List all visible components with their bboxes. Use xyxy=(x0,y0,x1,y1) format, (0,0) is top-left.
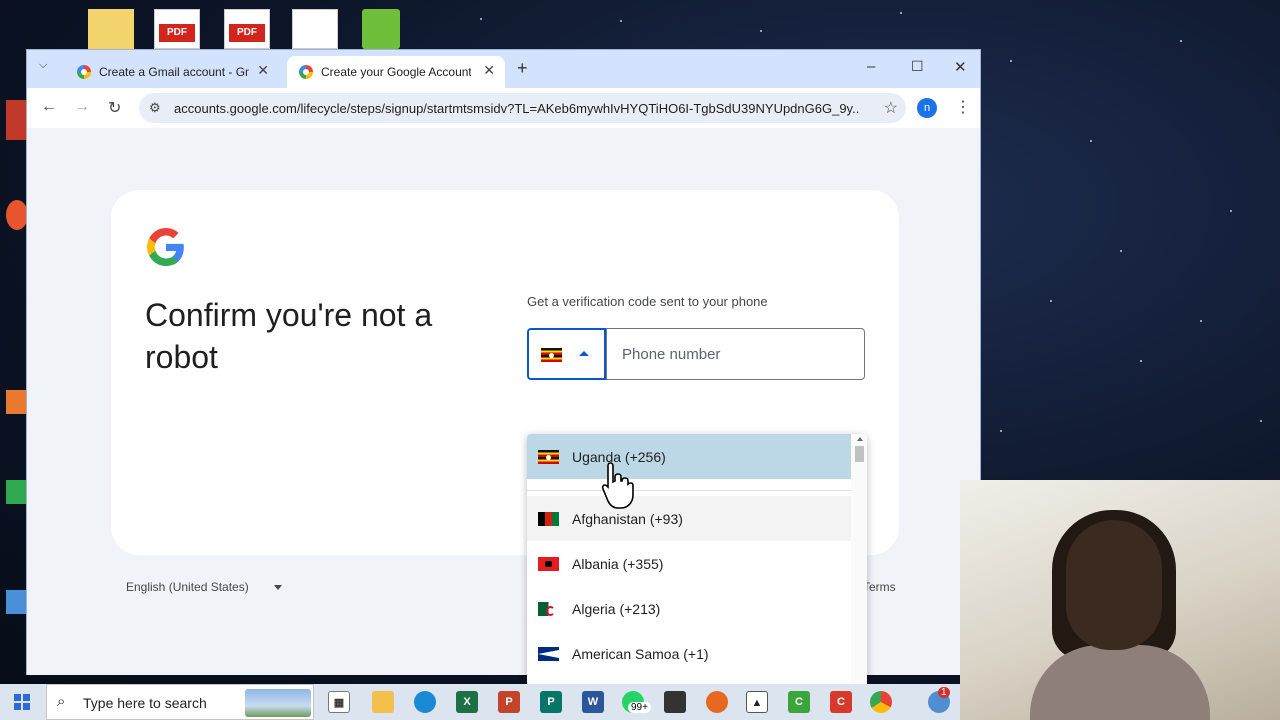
close-tab-icon[interactable]: ✕ xyxy=(257,62,269,79)
publisher-icon[interactable]: P xyxy=(540,691,562,713)
country-option-uganda[interactable]: Uganda (+256) xyxy=(527,434,851,479)
magnifier-app-icon[interactable] xyxy=(706,691,728,713)
caret-up-icon xyxy=(579,351,589,356)
tab-gmail[interactable]: Create a Gmail account - Gmail ✕ xyxy=(65,56,279,88)
presenter-face xyxy=(1066,520,1162,650)
reload-icon[interactable]: ↻ xyxy=(108,98,121,118)
whatsapp-badge: 99+ xyxy=(628,702,651,713)
camtasia-desktop-icon[interactable] xyxy=(362,9,400,49)
menu-kebab-icon[interactable]: ⋮ xyxy=(955,97,971,117)
country-option-american-samoa[interactable]: American Samoa (+1) xyxy=(527,631,851,676)
country-dropdown-list[interactable]: Uganda (+256) Afghanistan (+93) Albania … xyxy=(527,434,867,694)
tab-label: Create a Gmail account - Gmail xyxy=(99,65,249,79)
uganda-flag-icon xyxy=(538,449,559,464)
country-option-label: Afghanistan (+93) xyxy=(572,510,683,527)
language-dropdown-icon[interactable] xyxy=(274,585,282,590)
minimize-icon[interactable]: – xyxy=(867,58,875,75)
google-favicon-icon xyxy=(299,65,313,79)
dropdown-scrollbar[interactable] xyxy=(851,434,867,694)
signup-page: Confirm you're not a robot Get a verific… xyxy=(27,128,980,694)
hand-cursor-icon xyxy=(601,462,634,509)
tab-label: Create your Google Account xyxy=(321,65,471,79)
url-text[interactable]: accounts.google.com/lifecycle/steps/sign… xyxy=(174,101,859,116)
tab-strip: ⌵ Create a Gmail account - Gmail ✕ Creat… xyxy=(27,50,980,88)
browser-toolbar: ← → ↻ ⚙ accounts.google.com/lifecycle/st… xyxy=(27,88,980,128)
powerpoint-icon[interactable]: P xyxy=(498,691,520,713)
maximize-icon[interactable]: ☐ xyxy=(911,58,924,75)
vlc-desktop-icon[interactable] xyxy=(6,590,28,614)
country-option-label: Algeria (+213) xyxy=(572,600,661,617)
language-selector[interactable]: English (United States) xyxy=(126,580,249,594)
country-option-label: Albania (+355) xyxy=(572,555,664,572)
country-option-algeria[interactable]: Algeria (+213) xyxy=(527,586,851,631)
clapper-icon[interactable] xyxy=(664,691,686,713)
presenter-body xyxy=(1030,645,1210,720)
country-option-label: American Samoa (+1) xyxy=(572,645,709,662)
tab-create-account[interactable]: Create your Google Account ✕ xyxy=(287,56,505,88)
edge-icon[interactable] xyxy=(414,691,436,713)
algeria-flag-icon xyxy=(538,601,559,616)
firefox-desktop-icon[interactable] xyxy=(6,200,28,230)
notification-badge: 1 xyxy=(938,687,950,698)
photos-icon[interactable]: ▲ xyxy=(746,691,768,713)
search-highlight-image xyxy=(245,689,311,717)
site-info-icon[interactable]: ⚙ xyxy=(149,100,161,116)
country-option-afghanistan[interactable]: Afghanistan (+93) xyxy=(527,496,851,541)
webcam-overlay xyxy=(960,480,1280,720)
taskbar-search-box[interactable]: ⌕ Type here to search xyxy=(46,684,314,720)
close-tab-icon[interactable]: ✕ xyxy=(483,62,495,79)
desktop-app-icon-2[interactable] xyxy=(6,390,28,414)
terms-link[interactable]: Terms xyxy=(863,580,896,594)
close-window-icon[interactable]: ✕ xyxy=(954,58,967,76)
forward-icon[interactable]: → xyxy=(74,98,90,116)
google-favicon-icon xyxy=(77,65,91,79)
folder-desktop-icon[interactable] xyxy=(88,9,134,49)
address-bar[interactable]: ⚙ accounts.google.com/lifecycle/steps/si… xyxy=(139,93,906,123)
uganda-flag-icon xyxy=(541,348,562,362)
taskbar-search-text: Type here to search xyxy=(83,695,207,711)
pdf-desktop-icon-2[interactable]: PDF xyxy=(224,9,270,49)
scroll-up-icon[interactable] xyxy=(857,437,863,441)
pdf-desktop-icon[interactable]: PDF xyxy=(154,9,200,49)
excel-icon[interactable]: X xyxy=(456,691,478,713)
back-icon[interactable]: ← xyxy=(41,98,57,116)
page-title: Confirm you're not a robot xyxy=(145,297,433,375)
scrollbar-thumb[interactable] xyxy=(855,446,864,462)
google-logo-icon xyxy=(147,228,184,266)
country-option-albania[interactable]: Albania (+355) xyxy=(527,541,851,586)
desktop-app-icon[interactable] xyxy=(6,100,28,140)
file-explorer-icon[interactable] xyxy=(372,691,394,713)
camtasia-recorder-icon[interactable]: C xyxy=(830,691,852,713)
camtasia-icon[interactable]: C xyxy=(788,691,810,713)
chrome-icon[interactable] xyxy=(870,691,892,713)
desktop-app-icon-3[interactable] xyxy=(6,480,28,504)
afghanistan-flag-icon xyxy=(538,511,559,526)
new-tab-icon[interactable]: + xyxy=(517,58,528,79)
profile-avatar[interactable]: n xyxy=(917,98,937,118)
powerpoint-file-desktop-icon[interactable] xyxy=(292,9,338,49)
word-icon[interactable]: W xyxy=(582,691,604,713)
bookmark-star-icon[interactable]: ☆ xyxy=(884,98,898,118)
task-view-icon[interactable]: ▦ xyxy=(328,691,350,713)
chrome-window: ⌵ Create a Gmail account - Gmail ✕ Creat… xyxy=(26,49,981,694)
phone-number-input[interactable] xyxy=(606,328,865,380)
windows-start-icon[interactable] xyxy=(14,694,30,710)
tab-search-chevron-icon[interactable]: ⌵ xyxy=(39,59,47,72)
dropdown-divider xyxy=(527,490,851,491)
american-samoa-flag-icon xyxy=(538,646,559,661)
albania-flag-icon xyxy=(538,556,559,571)
verification-instructions: Get a verification code sent to your pho… xyxy=(527,294,768,309)
country-code-select[interactable] xyxy=(527,328,606,380)
search-icon: ⌕ xyxy=(57,693,66,710)
